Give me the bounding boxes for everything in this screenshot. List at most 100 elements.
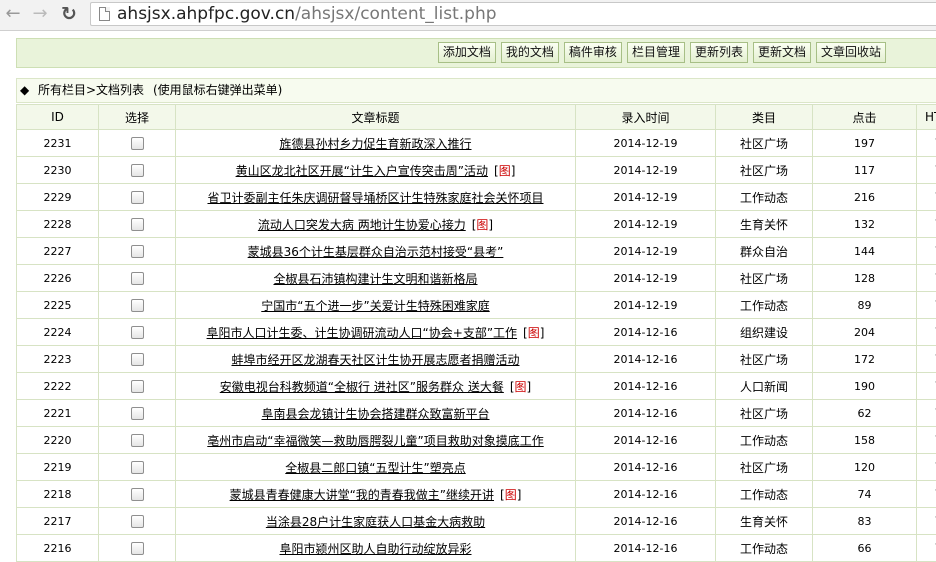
article-title-link[interactable]: 省卫计委副主任朱庆调研督导埇桥区计生特殊家庭社会关怀项目: [207, 191, 543, 205]
cell-id: 2231: [17, 130, 99, 157]
toolbar-button-0[interactable]: 添加文档: [438, 42, 496, 63]
col-header-html[interactable]: HTM: [917, 105, 936, 130]
row-checkbox[interactable]: [131, 299, 144, 312]
cell-clicks: 74: [813, 481, 917, 508]
article-title-link[interactable]: 蒙城县36个计生基层群众自治示范村接受“县考”: [248, 245, 504, 259]
article-title-link[interactable]: 安徽电视台科教频道“全椒行 进社区”服务群众 送大餐: [220, 380, 504, 394]
table-row[interactable]: 2227蒙城县36个计生基层群众自治示范村接受“县考”2014-12-19群众自…: [17, 238, 936, 265]
row-checkbox[interactable]: [131, 218, 144, 231]
toolbar-button-1[interactable]: 我的文档: [501, 42, 559, 63]
cell-date: 2014-12-19: [576, 184, 716, 211]
article-title-link[interactable]: 蚌埠市经开区龙湖春天社区计生协开展志愿者捐赠活动: [231, 353, 519, 367]
article-title-link[interactable]: 阜阳市颍州区助人自助行动绽放异彩: [279, 542, 471, 556]
row-checkbox[interactable]: [131, 164, 144, 177]
cell-category: 社区广场: [716, 454, 813, 481]
image-tag[interactable]: [图]: [523, 326, 544, 340]
article-title-link[interactable]: 宁国市“五个进一步”关爱计生特殊困难家庭: [261, 299, 489, 313]
cell-id: 2217: [17, 508, 99, 535]
cell-select: [99, 130, 176, 157]
table-row[interactable]: 2230黄山区龙北社区开展“计生入户宣传突击周”活动[图]2014-12-19社…: [17, 157, 936, 184]
row-checkbox[interactable]: [131, 380, 144, 393]
article-title-link[interactable]: 黄山区龙北社区开展“计生入户宣传突击周”活动: [236, 164, 488, 178]
cell-id: 2224: [17, 319, 99, 346]
col-header-date[interactable]: 录入时间: [576, 105, 716, 130]
forward-arrow-icon[interactable]: →: [29, 3, 51, 25]
cell-title: 阜阳市人口计生委、计生协调研流动人口“协会+支部”工作 [图]: [176, 319, 576, 346]
table-row[interactable]: 2225宁国市“五个进一步”关爱计生特殊困难家庭2014-12-19工作动态89…: [17, 292, 936, 319]
table-row[interactable]: 2216阜阳市颍州区助人自助行动绽放异彩2014-12-16工作动态66已生: [17, 535, 936, 562]
cell-clicks: 89: [813, 292, 917, 319]
row-checkbox[interactable]: [131, 353, 144, 366]
article-title-link[interactable]: 阜南县会龙镇计生协会搭建群众致富新平台: [261, 407, 489, 421]
article-title-link[interactable]: 蒙城县青春健康大讲堂“我的青春我做主”继续开讲: [230, 488, 494, 502]
article-title-link[interactable]: 当涂县28户计生家庭获人口基金大病救助: [266, 515, 485, 529]
article-title-link[interactable]: 旌德县孙村乡力促生育新政深入推行: [279, 137, 471, 151]
row-checkbox[interactable]: [131, 191, 144, 204]
row-checkbox[interactable]: [131, 245, 144, 258]
cell-date: 2014-12-19: [576, 211, 716, 238]
image-tag[interactable]: [图]: [510, 380, 531, 394]
cell-title: 蚌埠市经开区龙湖春天社区计生协开展志愿者捐赠活动: [176, 346, 576, 373]
toolbar-button-6[interactable]: 文章回收站: [816, 42, 886, 63]
table-row[interactable]: 2218蒙城县青春健康大讲堂“我的青春我做主”继续开讲[图]2014-12-16…: [17, 481, 936, 508]
cell-id: 2216: [17, 535, 99, 562]
cell-clicks: 197: [813, 130, 917, 157]
cell-title: 旌德县孙村乡力促生育新政深入推行: [176, 130, 576, 157]
row-checkbox[interactable]: [131, 515, 144, 528]
cell-id: 2221: [17, 400, 99, 427]
table-row[interactable]: 2222安徽电视台科教频道“全椒行 进社区”服务群众 送大餐[图]2014-12…: [17, 373, 936, 400]
action-toolbar: 添加文档我的文档稿件审核栏目管理更新列表更新文档文章回收站: [16, 38, 936, 68]
cell-select: [99, 319, 176, 346]
col-header-title[interactable]: 文章标题: [176, 105, 576, 130]
back-arrow-icon[interactable]: ←: [2, 3, 24, 25]
col-header-category[interactable]: 类目: [716, 105, 813, 130]
image-tag[interactable]: [图]: [500, 488, 521, 502]
table-row[interactable]: 2217当涂县28户计生家庭获人口基金大病救助2014-12-16生育关怀83已…: [17, 508, 936, 535]
row-checkbox[interactable]: [131, 542, 144, 555]
article-title-link[interactable]: 流动人口突发大病 两地计生协爱心接力: [258, 218, 466, 232]
row-checkbox[interactable]: [131, 326, 144, 339]
article-title-link[interactable]: 全椒县石沛镇构建计生文明和谐新格局: [273, 272, 477, 286]
image-tag[interactable]: [图]: [494, 164, 515, 178]
row-checkbox[interactable]: [131, 272, 144, 285]
table-row[interactable]: 2223蚌埠市经开区龙湖春天社区计生协开展志愿者捐赠活动2014-12-16社区…: [17, 346, 936, 373]
cell-clicks: 128: [813, 265, 917, 292]
table-row[interactable]: 2219全椒县二郎口镇“五型计生”塑亮点2014-12-16社区广场120已生: [17, 454, 936, 481]
reload-icon[interactable]: ↻: [58, 3, 80, 25]
toolbar-button-2[interactable]: 稿件审核: [564, 42, 622, 63]
col-header-id[interactable]: ID: [17, 105, 99, 130]
table-row[interactable]: 2221阜南县会龙镇计生协会搭建群众致富新平台2014-12-16社区广场62已…: [17, 400, 936, 427]
table-row[interactable]: 2228流动人口突发大病 两地计生协爱心接力[图]2014-12-19生育关怀1…: [17, 211, 936, 238]
cell-html-status: 已生: [917, 346, 936, 373]
row-checkbox[interactable]: [131, 137, 144, 150]
cell-clicks: 158: [813, 427, 917, 454]
diamond-icon: ◆: [20, 79, 29, 102]
cell-date: 2014-12-19: [576, 157, 716, 184]
table-row[interactable]: 2229省卫计委副主任朱庆调研督导埇桥区计生特殊家庭社会关怀项目2014-12-…: [17, 184, 936, 211]
col-header-select[interactable]: 选择: [99, 105, 176, 130]
article-title-link[interactable]: 亳州市启动“幸福微笑—救助唇腭裂儿童”项目救助对象摸底工作: [207, 434, 543, 448]
row-checkbox[interactable]: [131, 488, 144, 501]
row-checkbox[interactable]: [131, 434, 144, 447]
toolbar-button-4[interactable]: 更新列表: [690, 42, 748, 63]
table-row[interactable]: 2224阜阳市人口计生委、计生协调研流动人口“协会+支部”工作[图]2014-1…: [17, 319, 936, 346]
table-row[interactable]: 2226全椒县石沛镇构建计生文明和谐新格局2014-12-19社区广场128已生: [17, 265, 936, 292]
cell-id: 2227: [17, 238, 99, 265]
address-bar[interactable]: ahsjsx.ahpfpc.gov.cn/ahsjsx/content_list…: [90, 2, 936, 26]
article-title-link[interactable]: 阜阳市人口计生委、计生协调研流动人口“协会+支部”工作: [207, 326, 518, 340]
toolbar-button-3[interactable]: 栏目管理: [627, 42, 685, 63]
table-row[interactable]: 2220亳州市启动“幸福微笑—救助唇腭裂儿童”项目救助对象摸底工作2014-12…: [17, 427, 936, 454]
cell-id: 2220: [17, 427, 99, 454]
toolbar-button-5[interactable]: 更新文档: [753, 42, 811, 63]
cell-select: [99, 373, 176, 400]
cell-html-status: 已生: [917, 292, 936, 319]
col-header-clicks[interactable]: 点击: [813, 105, 917, 130]
cell-html-status: 已生: [917, 319, 936, 346]
table-row[interactable]: 2231旌德县孙村乡力促生育新政深入推行2014-12-19社区广场197已生: [17, 130, 936, 157]
image-tag[interactable]: [图]: [472, 218, 493, 232]
url-text[interactable]: ahsjsx.ahpfpc.gov.cn/ahsjsx/content_list…: [117, 4, 497, 24]
cell-date: 2014-12-16: [576, 400, 716, 427]
row-checkbox[interactable]: [131, 461, 144, 474]
article-title-link[interactable]: 全椒县二郎口镇“五型计生”塑亮点: [285, 461, 465, 475]
row-checkbox[interactable]: [131, 407, 144, 420]
